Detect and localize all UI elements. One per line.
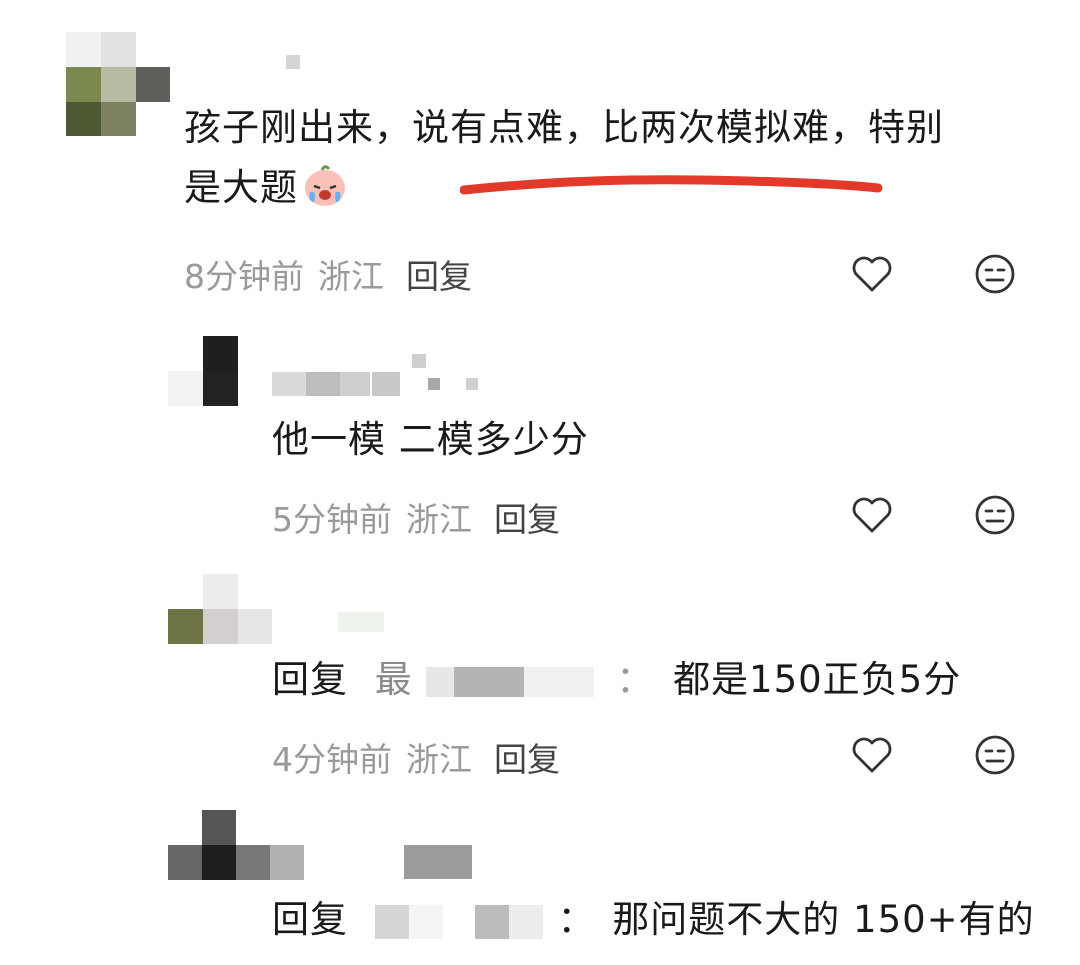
location: 浙江	[406, 740, 472, 779]
crying-face-emoji	[302, 162, 348, 208]
avatar[interactable]	[66, 32, 170, 136]
comment-text: 那问题不大的 150+有的	[612, 898, 1035, 941]
location: 浙江	[318, 257, 384, 296]
username-blurred	[272, 354, 482, 396]
location: 浙江	[406, 500, 472, 539]
reply-button[interactable]: 回复	[494, 740, 560, 779]
comment-meta: 4分钟前 浙江 回复	[272, 733, 560, 781]
timestamp: 5分钟前	[272, 500, 392, 539]
comment-text: 他一模 二模多少分	[272, 418, 589, 461]
timestamp: 8分钟前	[184, 257, 304, 296]
avatar[interactable]	[168, 810, 304, 880]
username-redacted	[425, 666, 594, 697]
reply-prefix: 回复	[272, 898, 348, 941]
comment-meta: 8分钟前 浙江 回复	[184, 250, 472, 298]
dislike-face-icon[interactable]	[973, 252, 1017, 296]
timestamp: 4分钟前	[272, 740, 392, 779]
username-blurred	[404, 845, 472, 879]
dislike-face-icon[interactable]	[973, 733, 1017, 777]
comment-meta: 5分钟前 浙江 回复	[272, 493, 560, 541]
partial-username: 最	[374, 658, 413, 701]
heart-icon[interactable]	[850, 252, 894, 296]
dislike-face-icon[interactable]	[973, 493, 1017, 537]
reply-prefix: 回复	[272, 658, 348, 701]
reply-button[interactable]: 回复	[406, 257, 472, 296]
comment-text: 都是150正负5分	[673, 658, 962, 701]
avatar[interactable]	[168, 336, 238, 406]
heart-icon[interactable]	[850, 733, 894, 777]
separator: ：	[557, 898, 596, 941]
heart-icon[interactable]	[850, 493, 894, 537]
separator: ：	[616, 658, 655, 701]
username-blurred	[286, 55, 300, 69]
reply-button[interactable]: 回复	[494, 500, 560, 539]
reply-text: 回复 最 ： 都是150正负5分	[272, 650, 961, 710]
avatar[interactable]	[168, 574, 272, 644]
red-underline	[460, 175, 883, 195]
reply-text: 回复 ： 那问题不大的 150+有的	[272, 890, 1035, 950]
username-blurred	[338, 612, 384, 632]
username-redacted	[374, 904, 545, 939]
